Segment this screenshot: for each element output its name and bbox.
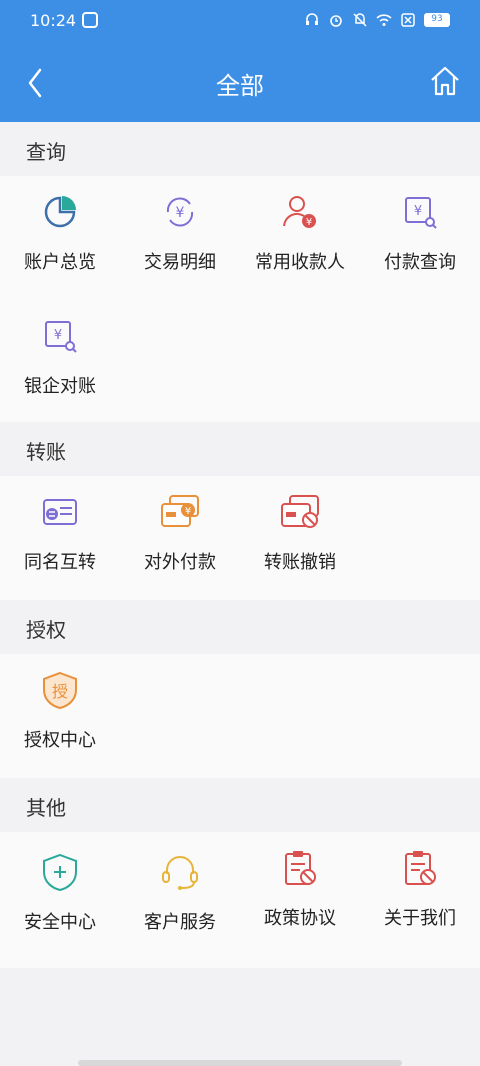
about-us-button[interactable]: 关于我们 [360, 832, 480, 942]
transfer-cancel-button[interactable]: 转账撤销 [240, 476, 360, 586]
section-header-authorization: 授权 [0, 600, 480, 654]
item-label: 政策协议 [264, 908, 336, 929]
item-label: 安全中心 [24, 912, 96, 933]
section-grid-query: 账户总览 ¥ 交易明细 ¥ 常用收款人 ¥ 付款查询 ¥ 银企对账 [0, 176, 480, 422]
home-icon[interactable] [428, 64, 462, 98]
item-label: 客户服务 [144, 912, 216, 933]
shield-authorize-glyph: 授 [51, 682, 68, 701]
currency-cycle-icon: ¥ [166, 197, 194, 227]
item-label: 对外付款 [144, 552, 216, 573]
status-icons: 93 [304, 12, 450, 28]
section-grid-transfer: 同名互转 ¥ 对外付款 转账撤销 [0, 476, 480, 600]
item-label: 付款查询 [384, 252, 456, 273]
external-payment-button[interactable]: ¥ 对外付款 [120, 476, 240, 586]
frequent-payees-button[interactable]: ¥ 常用收款人 [240, 176, 360, 286]
clipboard-icon [285, 851, 316, 885]
alarm-icon [330, 15, 342, 27]
section-header-query: 查询 [0, 122, 480, 176]
page-title: 全部 [216, 72, 264, 100]
customer-service-button[interactable]: 客户服务 [120, 836, 240, 946]
transaction-details-button[interactable]: ¥ 交易明细 [120, 176, 240, 286]
svg-text:¥: ¥ [176, 205, 185, 221]
item-label: 同名互转 [24, 552, 96, 573]
payee-icon: ¥ [283, 196, 316, 228]
section-title: 其他 [26, 796, 66, 820]
bill-search-icon: ¥ [405, 197, 437, 229]
item-label: 关于我们 [384, 908, 456, 929]
item-label: 银企对账 [24, 376, 96, 397]
clipboard-icon [405, 851, 436, 885]
battery-indicator: 93 [424, 13, 450, 27]
item-label: 转账撤销 [264, 552, 336, 573]
bill-search-icon: ¥ [45, 321, 77, 353]
policy-agreement-button[interactable]: 政策协议 [240, 832, 360, 942]
home-indicator[interactable] [78, 1060, 402, 1066]
headset-icon [162, 856, 198, 890]
section-title: 授权 [26, 618, 66, 642]
payment-query-button[interactable]: ¥ 付款查询 [360, 176, 480, 286]
account-overview-button[interactable]: 账户总览 [0, 176, 120, 286]
svg-text:¥: ¥ [185, 506, 191, 517]
svg-text:¥: ¥ [54, 328, 62, 343]
nav-bar: 全部 [0, 44, 480, 122]
item-label: 交易明细 [144, 252, 216, 273]
same-name-transfer-button[interactable]: 同名互转 [0, 476, 120, 586]
section-header-transfer: 转账 [0, 422, 480, 476]
headset-icon [306, 13, 318, 25]
item-label: 账户总览 [24, 252, 96, 273]
pie-chart-icon [44, 196, 76, 228]
shield-plus-icon [43, 853, 77, 892]
card-transfer-icon [43, 499, 77, 525]
status-time: 10:24 [30, 11, 77, 30]
section-title: 查询 [26, 140, 66, 164]
sim-off-icon [401, 13, 415, 27]
status-bar: 10:24 93 [0, 0, 480, 44]
item-label: 常用收款人 [255, 252, 345, 273]
svg-text:¥: ¥ [414, 204, 422, 219]
app-notification-icon [82, 12, 98, 28]
section-grid-authorization: 授 授权中心 [0, 654, 480, 778]
item-label: 授权中心 [24, 730, 96, 751]
authorization-center-button[interactable]: 授 授权中心 [0, 654, 120, 764]
section-title: 转账 [26, 440, 66, 464]
mute-icon [353, 13, 367, 27]
section-header-other: 其他 [0, 778, 480, 832]
section-grid-other: 安全中心 客户服务 政策协议 关于我们 [0, 832, 480, 968]
bank-reconciliation-button[interactable]: ¥ 银企对账 [0, 300, 120, 410]
wifi-icon [376, 14, 392, 26]
svg-text:¥: ¥ [306, 217, 312, 228]
card-payment-icon: ¥ [161, 495, 199, 527]
security-center-button[interactable]: 安全中心 [0, 836, 120, 946]
card-cancel-icon [281, 495, 319, 528]
